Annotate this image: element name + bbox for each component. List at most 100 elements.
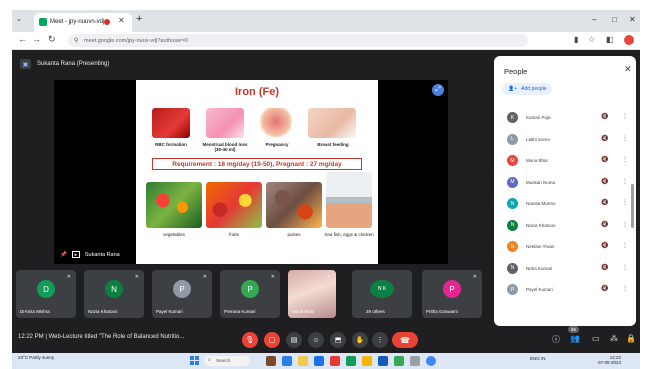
pin-icon[interactable]: 📌: [60, 252, 67, 258]
mic-off-icon[interactable]: 🔇: [601, 221, 608, 228]
mic-off-icon[interactable]: 🔇: [601, 242, 608, 249]
presenting-banner: ▣ Sukanta Rana (Presenting): [12, 56, 117, 72]
participant-tile[interactable]: ✕ D DrAnita Mishra: [16, 270, 76, 318]
participant-name: Lakhi Soren: [526, 136, 551, 142]
participant-name: Muskan Noma: [526, 179, 556, 185]
list-item[interactable]: N Neha Kumari 🔇 ⋮: [494, 259, 636, 281]
leave-call-button[interactable]: ☎: [392, 332, 418, 348]
tab-search-icon[interactable]: ⌄: [16, 15, 22, 23]
start-button[interactable]: [190, 356, 199, 365]
others-tile[interactable]: N K 29 others: [352, 270, 412, 318]
list-item[interactable]: P Payel Kumari 🔇 ⋮: [494, 280, 636, 302]
search-icon: ⌕: [208, 357, 211, 363]
camera-permission-icon[interactable]: ▮: [574, 35, 578, 44]
address-text: meet.google.com/jpy-nuuv-vdj?authuser=0: [84, 38, 189, 44]
raise-hand-button[interactable]: ✋: [352, 332, 368, 348]
participant-tile[interactable]: ✕ P Pritha Goswami: [422, 270, 482, 318]
new-tab-icon[interactable]: +: [136, 13, 142, 25]
people-scrollbar[interactable]: [631, 184, 634, 228]
mic-off-icon[interactable]: 🔇: [601, 178, 608, 185]
mic-off-icon[interactable]: 🔇: [601, 199, 608, 206]
more-vert-icon[interactable]: ⋮: [622, 199, 628, 206]
people-panel-title: People: [504, 67, 528, 76]
more-vert-icon[interactable]: ⋮: [622, 178, 628, 185]
forward-icon[interactable]: →: [32, 34, 41, 44]
meet-favicon-icon: [39, 18, 47, 26]
more-vert-icon[interactable]: ⋮: [622, 264, 628, 271]
close-tab-icon[interactable]: ✕: [118, 16, 125, 25]
taskbar-clock[interactable]: 12:22 07-05-2024: [598, 355, 621, 366]
taskbar-app-icon[interactable]: [410, 356, 420, 366]
taskbar-app-icon[interactable]: [394, 356, 404, 366]
fullscreen-icon[interactable]: ⤢: [432, 84, 444, 96]
emoji-button[interactable]: ☺: [308, 332, 324, 348]
taskbar-app-icon[interactable]: [266, 356, 276, 366]
sidebar-icon[interactable]: ◧: [606, 35, 614, 44]
more-vert-icon[interactable]: ⋮: [622, 242, 628, 249]
mic-off-icon[interactable]: 🔇: [601, 113, 608, 120]
presentation-stage[interactable]: Iron (Fe) RBC formation Menstrual blood …: [54, 80, 448, 264]
participant-tile[interactable]: ✕ N Nazia Khatoon: [84, 270, 144, 318]
taskbar-app-icon[interactable]: [362, 356, 372, 366]
search-label: Search: [216, 358, 231, 363]
chat-icon[interactable]: ▭: [592, 334, 600, 343]
participant-tile[interactable]: ✕ P Prerana Kumari: [220, 270, 280, 318]
emoji-icon: ☺: [312, 336, 320, 344]
participant-video-tile[interactable]: ✕ Muna Bhar: [288, 270, 336, 318]
mic-off-icon[interactable]: 🔇: [601, 135, 608, 142]
address-bar-row: ← → ↻ ⚲ meet.google.com/jpy-nuuv-vdj?aut…: [12, 32, 640, 50]
taskbar-app-icon[interactable]: [330, 356, 340, 366]
weather-widget[interactable]: 23°C Partly sunny: [18, 355, 54, 361]
minimize-icon[interactable]: –: [592, 15, 596, 24]
close-panel-icon[interactable]: ✕: [624, 64, 632, 75]
mic-off-icon[interactable]: 🔇: [601, 156, 608, 163]
mic-off-icon: 🎙: [245, 337, 255, 344]
taskbar-app-icon[interactable]: [378, 356, 388, 366]
host-controls-icon[interactable]: 🔒: [626, 334, 636, 343]
more-vert-icon[interactable]: ⋮: [622, 156, 628, 163]
taskbar-app-icon[interactable]: [282, 356, 292, 366]
mic-toggle-button[interactable]: 🎙: [242, 332, 258, 348]
mic-off-icon: ✕: [326, 274, 331, 280]
present-button[interactable]: ⬒: [330, 332, 346, 348]
profile-avatar[interactable]: [624, 35, 634, 45]
people-icon[interactable]: 👥: [570, 334, 580, 343]
more-vert-icon[interactable]: ⋮: [622, 285, 628, 292]
chrome-icon[interactable]: [426, 356, 436, 366]
browser-tab-meet[interactable]: Meet - jpy-nuuvn-vdj ✕: [34, 13, 132, 32]
list-item[interactable]: N Namita Murmu 🔇 ⋮: [494, 194, 636, 216]
captions-button[interactable]: ▤: [286, 332, 302, 348]
list-item[interactable]: M Muskan Noma 🔇 ⋮: [494, 173, 636, 195]
back-icon[interactable]: ←: [18, 34, 27, 44]
participant-tile[interactable]: ✕ P Payel Kumari: [152, 270, 212, 318]
mic-off-icon[interactable]: 🔇: [601, 264, 608, 271]
close-window-icon[interactable]: ✕: [629, 15, 636, 24]
list-item[interactable]: L Lakhi Soren 🔇 ⋮: [494, 130, 636, 152]
mic-off-icon[interactable]: 🔇: [601, 285, 608, 292]
taskbar-app-icon[interactable]: [346, 356, 356, 366]
avatar: L: [507, 133, 518, 145]
add-people-button[interactable]: 👤+ Add people: [502, 83, 553, 95]
maximize-icon[interactable]: □: [612, 15, 617, 24]
list-item[interactable]: K Kumari Puja 🔇 ⋮: [494, 108, 636, 130]
bookmark-star-icon[interactable]: ☆: [588, 35, 595, 44]
more-vert-icon[interactable]: ⋮: [622, 113, 628, 120]
list-item[interactable]: N Nazia Khatoon 🔇 ⋮: [494, 216, 636, 238]
list-item[interactable]: M Muna Bhar 🔇 ⋮: [494, 151, 636, 173]
more-options-button[interactable]: ⋮: [372, 332, 388, 348]
list-item[interactable]: N Neelam Tiwari 🔇 ⋮: [494, 237, 636, 259]
more-vert-icon[interactable]: ⋮: [622, 135, 628, 142]
info-icon[interactable]: ⓘ: [552, 334, 560, 345]
system-tray[interactable]: ENG IN: [530, 356, 546, 361]
more-vert-icon[interactable]: ⋮: [622, 221, 628, 228]
presentation-small-icon: ▸: [71, 251, 80, 258]
camera-toggle-button[interactable]: ▢: [264, 332, 280, 348]
file-explorer-icon[interactable]: [298, 356, 308, 366]
activities-icon[interactable]: ⁂: [610, 334, 618, 343]
taskbar-search[interactable]: ⌕ Search: [204, 356, 250, 366]
address-input[interactable]: ⚲ meet.google.com/jpy-nuuv-vdj?authuser=…: [68, 34, 528, 47]
food-label: vegetables: [163, 232, 185, 237]
taskbar-app-icon[interactable]: [314, 356, 324, 366]
reload-icon[interactable]: ↻: [48, 34, 56, 45]
site-info-icon[interactable]: ⚲: [74, 37, 78, 44]
